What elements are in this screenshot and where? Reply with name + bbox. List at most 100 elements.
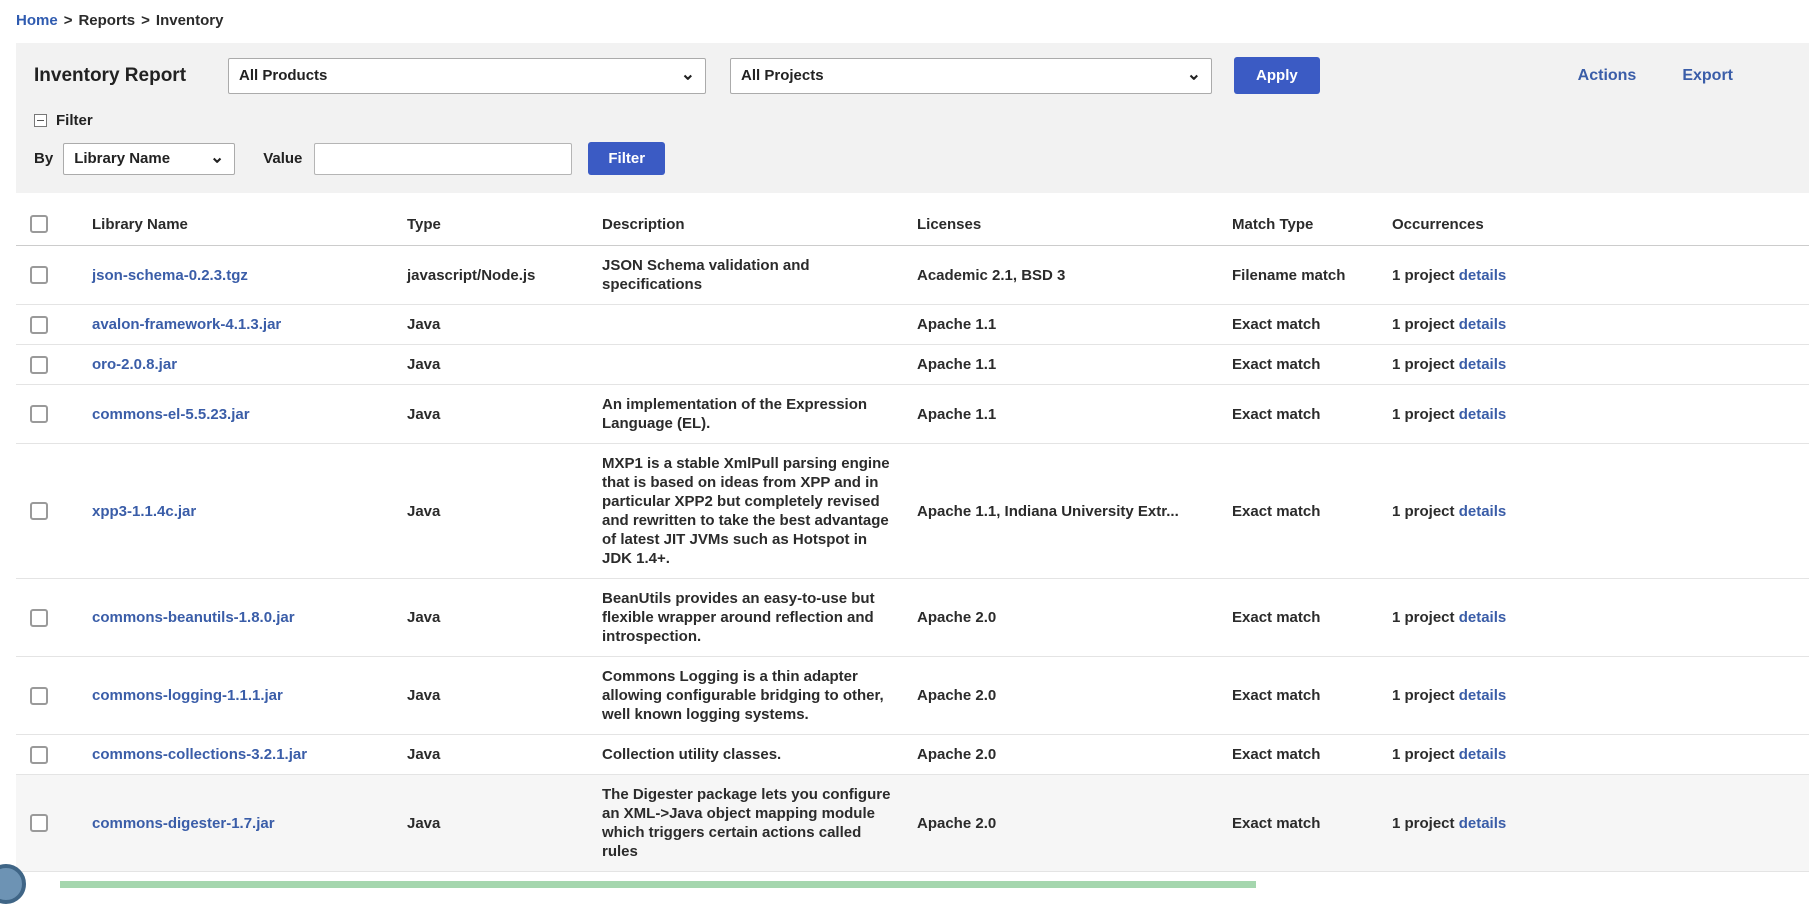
licenses-cell: Apache 2.0	[907, 735, 1222, 775]
row-checkbox[interactable]	[30, 266, 48, 284]
bottom-accent-bar	[60, 881, 1256, 888]
filter-button[interactable]: Filter	[588, 142, 665, 175]
description-cell: The Digester package lets you configure …	[592, 775, 907, 872]
filter-by-select[interactable]: Library Name	[63, 143, 235, 175]
library-link[interactable]: commons-logging-1.1.1.jar	[92, 687, 283, 704]
export-link[interactable]: Export	[1682, 67, 1733, 85]
occurrences-text: 1 project	[1392, 406, 1455, 423]
type-cell: Java	[397, 735, 592, 775]
page-title: Inventory Report	[34, 65, 186, 87]
description-cell	[592, 305, 907, 345]
row-checkbox[interactable]	[30, 316, 48, 334]
type-cell: Java	[397, 385, 592, 444]
breadcrumb: Home>Reports>Inventory	[0, 0, 1819, 43]
row-checkbox[interactable]	[30, 405, 48, 423]
library-link[interactable]: commons-el-5.5.23.jar	[92, 406, 250, 423]
select-all-checkbox[interactable]	[30, 215, 48, 233]
row-checkbox[interactable]	[30, 356, 48, 374]
type-cell: Java	[397, 305, 592, 345]
description-cell: MXP1 is a stable XmlPull parsing engine …	[592, 444, 907, 579]
details-link[interactable]: details	[1459, 746, 1507, 763]
library-link[interactable]: commons-collections-3.2.1.jar	[92, 746, 307, 763]
collapse-icon[interactable]	[34, 114, 47, 127]
occurrences-text: 1 project	[1392, 503, 1455, 520]
report-controls-panel: Inventory Report All Products ⌄ All Proj…	[16, 43, 1809, 193]
breadcrumb-reports: Reports	[78, 12, 135, 29]
details-link[interactable]: details	[1459, 815, 1507, 832]
details-link[interactable]: details	[1459, 267, 1507, 284]
library-link[interactable]: oro-2.0.8.jar	[92, 356, 177, 373]
toolbar: Inventory Report All Products ⌄ All Proj…	[34, 57, 1791, 94]
details-link[interactable]: details	[1459, 316, 1507, 333]
row-checkbox[interactable]	[30, 687, 48, 705]
table-header-row: Library Name Type Description Licenses M…	[16, 201, 1809, 246]
type-cell: Java	[397, 579, 592, 657]
row-checkbox[interactable]	[30, 746, 48, 764]
description-cell	[592, 345, 907, 385]
col-header-occurrences: Occurrences	[1382, 201, 1809, 246]
products-select[interactable]: All Products	[228, 58, 706, 94]
occurrences-cell: 1 project details	[1382, 305, 1809, 345]
match-type-cell: Exact match	[1222, 305, 1382, 345]
toolbar-links: Actions Export	[1578, 67, 1733, 85]
actions-link[interactable]: Actions	[1578, 67, 1637, 85]
projects-select-wrap: All Projects ⌄	[730, 58, 1212, 94]
breadcrumb-home-link[interactable]: Home	[16, 12, 58, 29]
inventory-table: Library Name Type Description Licenses M…	[16, 201, 1809, 872]
filter-section-header: Filter	[34, 112, 1791, 129]
table-row: commons-beanutils-1.8.0.jar Java BeanUti…	[16, 579, 1809, 657]
occurrences-cell: 1 project details	[1382, 385, 1809, 444]
details-link[interactable]: details	[1459, 687, 1507, 704]
type-cell: Java	[397, 775, 592, 872]
apply-button[interactable]: Apply	[1234, 57, 1320, 94]
occurrences-text: 1 project	[1392, 815, 1455, 832]
details-link[interactable]: details	[1459, 609, 1507, 626]
match-type-cell: Exact match	[1222, 444, 1382, 579]
occurrences-cell: 1 project details	[1382, 246, 1809, 305]
occurrences-cell: 1 project details	[1382, 444, 1809, 579]
library-link[interactable]: commons-digester-1.7.jar	[92, 815, 275, 832]
occurrences-text: 1 project	[1392, 267, 1455, 284]
licenses-cell: Apache 2.0	[907, 579, 1222, 657]
library-link[interactable]: json-schema-0.2.3.tgz	[92, 267, 248, 284]
breadcrumb-separator: >	[64, 12, 73, 29]
match-type-cell: Exact match	[1222, 579, 1382, 657]
licenses-cell: Academic 2.1, BSD 3	[907, 246, 1222, 305]
col-header-library: Library Name	[82, 201, 397, 246]
type-cell: Java	[397, 345, 592, 385]
row-checkbox[interactable]	[30, 814, 48, 832]
library-link[interactable]: avalon-framework-4.1.3.jar	[92, 316, 281, 333]
table-row: commons-digester-1.7.jar Java The Digest…	[16, 775, 1809, 872]
occurrences-cell: 1 project details	[1382, 657, 1809, 735]
table-row: commons-logging-1.1.1.jar Java Commons L…	[16, 657, 1809, 735]
occurrences-cell: 1 project details	[1382, 345, 1809, 385]
match-type-cell: Exact match	[1222, 345, 1382, 385]
projects-select[interactable]: All Projects	[730, 58, 1212, 94]
description-cell: An implementation of the Expression Lang…	[592, 385, 907, 444]
table-row: xpp3-1.1.4c.jar Java MXP1 is a stable Xm…	[16, 444, 1809, 579]
licenses-cell: Apache 2.0	[907, 775, 1222, 872]
match-type-cell: Exact match	[1222, 775, 1382, 872]
details-link[interactable]: details	[1459, 356, 1507, 373]
row-checkbox[interactable]	[30, 502, 48, 520]
type-cell: javascript/Node.js	[397, 246, 592, 305]
match-type-cell: Exact match	[1222, 657, 1382, 735]
details-link[interactable]: details	[1459, 503, 1507, 520]
match-type-cell: Exact match	[1222, 385, 1382, 444]
table-row: avalon-framework-4.1.3.jar Java Apache 1…	[16, 305, 1809, 345]
library-link[interactable]: xpp3-1.1.4c.jar	[92, 503, 196, 520]
table-row: commons-collections-3.2.1.jar Java Colle…	[16, 735, 1809, 775]
filter-value-input[interactable]	[314, 143, 572, 175]
occurrences-cell: 1 project details	[1382, 775, 1809, 872]
description-cell: JSON Schema validation and specification…	[592, 246, 907, 305]
table-row: json-schema-0.2.3.tgz javascript/Node.js…	[16, 246, 1809, 305]
row-checkbox[interactable]	[30, 609, 48, 627]
occurrences-cell: 1 project details	[1382, 579, 1809, 657]
library-link[interactable]: commons-beanutils-1.8.0.jar	[92, 609, 295, 626]
licenses-cell: Apache 2.0	[907, 657, 1222, 735]
type-cell: Java	[397, 657, 592, 735]
match-type-cell: Exact match	[1222, 735, 1382, 775]
breadcrumb-inventory: Inventory	[156, 12, 224, 29]
details-link[interactable]: details	[1459, 406, 1507, 423]
match-type-cell: Filename match	[1222, 246, 1382, 305]
